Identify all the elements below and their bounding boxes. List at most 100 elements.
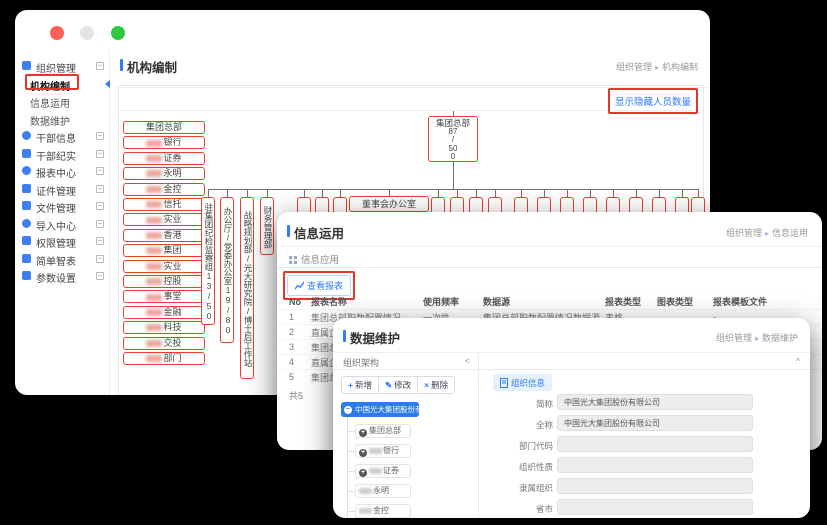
view-report-button[interactable]: 查看报表 (287, 275, 351, 296)
breadcrumb-item[interactable]: 信息运用 (772, 228, 808, 238)
sidebar-item-数据维护[interactable]: 数据维护 (15, 111, 110, 128)
sidebar-item-干部信息[interactable]: 干部信息− (15, 128, 110, 145)
org-list-item[interactable]: 部门 (123, 352, 205, 365)
breadcrumb-item[interactable]: 组织管理 (726, 228, 762, 238)
expand-node-icon[interactable]: + (359, 449, 367, 457)
field-input-省市[interactable] (557, 499, 753, 515)
sidebar-item-信息运用[interactable]: 信息运用 (15, 93, 110, 110)
org-list-item[interactable]: 银行 (123, 136, 205, 149)
sidebar-item-干部纪实[interactable]: 干部纪实− (15, 146, 110, 163)
expander-icon[interactable]: − (96, 220, 104, 228)
breadcrumb-item[interactable]: 机构编制 (662, 62, 698, 72)
org-list-item[interactable]: 集团 (123, 244, 205, 257)
expander-icon[interactable]: − (96, 150, 104, 158)
tree-item[interactable]: +证券 (355, 464, 411, 478)
connector-line (636, 189, 637, 197)
org-node[interactable]: 战略规划部/光大研究院/博士后工作站 (240, 197, 254, 379)
删除-button[interactable]: ×删除 (417, 376, 455, 394)
org-root-node[interactable]: 集团总部87/500 (428, 116, 478, 162)
org-node[interactable]: 驻集团纪检监察组13/50 (201, 197, 215, 325)
breadcrumb-item[interactable]: 组织管理 (616, 62, 652, 72)
org-list-item[interactable]: 控股 (123, 275, 205, 288)
breadcrumb-item[interactable]: 数据维护 (762, 333, 798, 343)
field-input-部门代码[interactable] (557, 436, 753, 452)
tree-connector-line (347, 491, 355, 492)
org-list-item[interactable]: 永明 (123, 167, 205, 180)
org-list-item[interactable]: 实业 (123, 213, 205, 226)
sidebar-item-参数设置[interactable]: 参数设置− (15, 268, 110, 285)
field-label: 组织性质 (483, 461, 553, 473)
sidebar-item-机构编制[interactable]: 机构编制 (15, 76, 110, 93)
tree-item[interactable]: 永明 (355, 484, 411, 498)
collapse-up-icon[interactable]: ^ (796, 356, 800, 366)
redacted-text (146, 217, 162, 224)
expander-icon[interactable]: − (96, 167, 104, 175)
redacted-text (146, 263, 162, 270)
field-input-全称[interactable]: 中国光大集团股份有限公司 (557, 415, 753, 431)
form-field-row: 组织性质 (479, 457, 810, 474)
connector-line (453, 111, 454, 116)
expander-icon[interactable]: − (96, 237, 104, 245)
org-node[interactable]: 董事会办公室 (349, 196, 429, 212)
sidebar-item-文件管理[interactable]: 文件管理− (15, 198, 110, 215)
org-list-item[interactable]: 实业 (123, 260, 205, 273)
sidebar-item-报表中心[interactable]: 报表中心− (15, 163, 110, 180)
minimize-window-button[interactable] (80, 26, 94, 40)
zoom-window-button[interactable] (111, 26, 125, 40)
table-cell: 2 (289, 327, 311, 337)
org-list-item[interactable]: 证券 (123, 152, 205, 165)
form-field-row: 简称中国光大集团股份有限公司 (479, 394, 810, 411)
expand-node-icon[interactable]: + (359, 469, 367, 477)
expander-icon[interactable]: − (96, 202, 104, 210)
expander-icon[interactable]: − (96, 255, 104, 263)
breadcrumb: 组织管理▸信息运用 (726, 226, 808, 239)
expander-icon[interactable]: − (96, 185, 104, 193)
field-input-简称[interactable]: 中国光大集团股份有限公司 (557, 394, 753, 410)
connector-line (227, 189, 228, 197)
sidebar-item-简单智表[interactable]: 简单智表− (15, 251, 110, 268)
field-label: 简称 (483, 398, 553, 410)
org-node[interactable]: 财务管理部 (260, 197, 274, 255)
org-list-item[interactable]: 信托 (123, 198, 205, 211)
sidebar-item-组织管理[interactable]: 组织管理 − (15, 58, 110, 75)
tree-item[interactable]: 金控 (355, 504, 411, 518)
新增-button[interactable]: +新增 (341, 376, 379, 394)
close-window-button[interactable] (50, 26, 64, 40)
breadcrumb-item[interactable]: 组织管理 (716, 333, 752, 343)
field-input-隶属组织[interactable] (557, 478, 753, 494)
field-label: 全称 (483, 419, 553, 431)
org-list-item[interactable]: 事堂 (123, 290, 205, 303)
tree-item[interactable]: +集团总部 (355, 424, 411, 438)
collapse-left-icon[interactable]: < (465, 356, 470, 366)
redacted-text (146, 278, 162, 285)
sidebar-item-导入中心[interactable]: 导入中心− (15, 216, 110, 233)
sidebar-item-权限管理[interactable]: 权限管理− (15, 233, 110, 250)
title-accent-bar (120, 59, 123, 71)
plus-icon: + (348, 380, 353, 390)
sidebar-item-label: 组织管理 (36, 60, 76, 75)
collapse-node-icon[interactable]: − (344, 406, 352, 414)
show-hidden-count-button[interactable]: 显示隐藏人员数量 (615, 97, 691, 108)
sidebar-item-证件管理[interactable]: 证件管理− (15, 181, 110, 198)
field-label: 部门代码 (483, 440, 553, 452)
org-list-item[interactable]: 金融 (123, 306, 205, 319)
org-list-item[interactable]: 集团总部 (123, 121, 205, 134)
table-header-row: No报表名称使用频率数据源报表类型图表类型报表模板文件 (277, 294, 822, 309)
org-node[interactable]: 办公厅/党委办公室19/80 (220, 197, 234, 343)
tree-root-node[interactable]: 中国光大集团股份有限公司− (341, 402, 419, 417)
tab-org-info[interactable]: 组织信息 (493, 374, 552, 391)
org-list-item[interactable]: 香港 (123, 229, 205, 242)
expand-node-icon[interactable]: + (359, 429, 367, 437)
tree-connector-line (347, 511, 355, 512)
org-list-item[interactable]: 金控 (123, 183, 205, 196)
field-input-组织性质[interactable] (557, 457, 753, 473)
panel-header: 组织架构 < (333, 352, 478, 370)
expander-icon[interactable]: − (96, 272, 104, 280)
expander-icon[interactable]: − (96, 62, 104, 70)
修改-button[interactable]: ✎修改 (378, 376, 418, 394)
title-accent-bar (343, 330, 346, 342)
tree-item[interactable]: +银行 (355, 444, 411, 458)
expander-icon[interactable]: − (96, 132, 104, 140)
org-list-item[interactable]: 交投 (123, 337, 205, 350)
org-list-item[interactable]: 科技 (123, 321, 205, 334)
